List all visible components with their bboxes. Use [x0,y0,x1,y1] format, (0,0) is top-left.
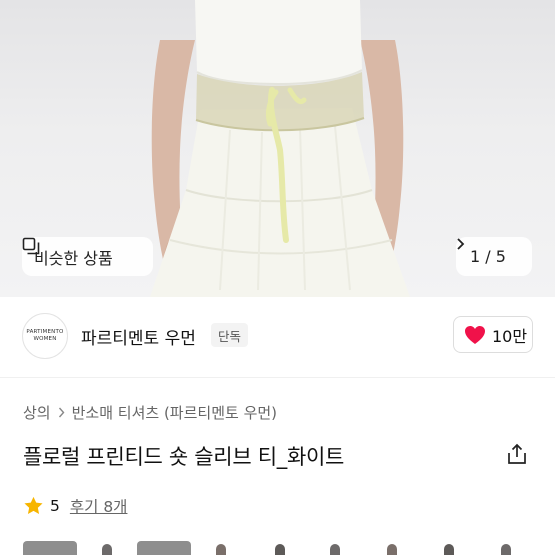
similar-items-icon [22,237,40,255]
share-button[interactable] [506,443,528,469]
review-thumbnail[interactable] [23,541,77,555]
similar-products-label: 비슷한 상품 [34,248,113,268]
brand-logo-line1: PARTIMENTO [26,328,64,335]
brand-logo-line2: WOMEN [33,336,57,342]
product-title: 플로럴 프린티드 숏 슬리브 티_화이트 [23,445,345,469]
share-icon [508,443,526,464]
breadcrumb-category[interactable]: 상의 [23,402,51,423]
brand-name-link[interactable]: 파르티멘토 우먼 [81,324,196,349]
review-thumbnail[interactable] [137,541,191,555]
review-thumbnail[interactable] [479,541,533,555]
rating-score: 5 [50,497,60,515]
like-count: 10만 [492,326,528,346]
brand-row: PARTIMENTO WOMEN 파르티멘토 우먼 단독 10만 [0,297,555,377]
rating-row: 5 후기 8개 [23,495,127,517]
like-button[interactable]: 10만 [453,316,533,353]
brand-logo[interactable]: PARTIMENTO WOMEN [22,313,68,359]
similar-products-button[interactable]: 비슷한 상품 [22,237,153,276]
chevron-right-icon [58,407,65,418]
heart-icon [465,325,485,344]
review-thumbnail[interactable] [251,541,305,555]
review-thumbnail[interactable] [308,541,362,555]
image-counter-button[interactable]: 1 / 5 [456,237,532,276]
reviews-link[interactable]: 후기 8개 [70,495,128,517]
image-counter: 1 / 5 [470,247,506,266]
review-thumbnail[interactable] [80,541,134,555]
review-thumbnail[interactable] [365,541,419,555]
review-thumbnails [23,541,555,555]
breadcrumb: 상의 반소매 티셔츠 (파르티멘토 우먼) [23,402,277,423]
review-thumbnail[interactable] [194,541,248,555]
product-image-gallery[interactable]: 비슷한 상품 1 / 5 [0,0,555,297]
star-icon [24,496,43,514]
exclusive-badge: 단독 [211,323,249,347]
breadcrumb-subcategory[interactable]: 반소매 티셔츠 (파르티멘토 우먼) [72,402,277,423]
chevron-right-icon [457,238,465,250]
review-thumbnail[interactable] [422,541,476,555]
divider [0,377,555,378]
